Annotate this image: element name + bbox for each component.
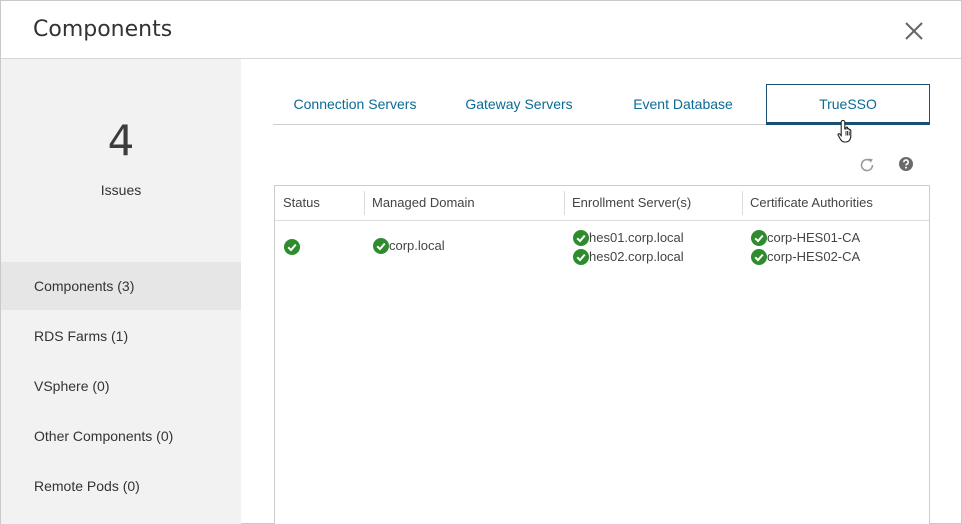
refresh-icon [860,158,874,172]
tab-connection-servers[interactable]: Connection Servers [279,84,431,125]
column-header-certificate-authorities[interactable]: Certificate Authorities [742,186,929,221]
tab-truesso[interactable]: TrueSSO [766,84,930,125]
dialog-header: Components [1,1,961,59]
refresh-button[interactable] [858,156,876,174]
truesso-table: Status Managed Domain Enrollment Server(… [274,185,930,524]
issue-count: 4 [107,116,135,165]
issue-label: Issues [100,182,142,198]
enrollment-server-value: hes01.corp.local [589,230,684,245]
enrollment-server-value: hes02.corp.local [589,249,684,264]
status-cell [284,239,300,258]
certificate-authorities-cell: corp-HES01-CA corp-HES02-CA [751,228,860,266]
components-dialog: Components 4 Issues Components (3) RDS F… [0,0,962,524]
tab-event-database[interactable]: Event Database [613,84,753,125]
tab-bar: Connection Servers Gateway Servers Event… [273,84,930,125]
certificate-authority-value: corp-HES01-CA [767,230,861,245]
check-circle-icon [751,229,767,246]
table-header: Status Managed Domain Enrollment Server(… [275,186,929,221]
help-button[interactable] [898,156,914,172]
close-icon [905,22,923,40]
enrollment-servers-cell: hes01.corp.local hes02.corp.local [573,228,684,266]
sidebar-item-remote-pods[interactable]: Remote Pods (0) [1,462,241,510]
help-icon [899,157,913,171]
sidebar-item-components[interactable]: Components (3) [1,262,241,310]
managed-domain-cell: corp.local [373,236,445,255]
column-header-managed-domain[interactable]: Managed Domain [364,186,564,221]
column-header-enrollment-servers[interactable]: Enrollment Server(s) [564,186,742,221]
check-circle-icon [573,229,589,246]
sidebar-item-rds-farms[interactable]: RDS Farms (1) [1,312,241,360]
certificate-authority-value: corp-HES02-CA [767,249,861,264]
check-circle-icon [751,248,767,265]
sidebar-item-other-components[interactable]: Other Components (0) [1,412,241,460]
tab-gateway-servers[interactable]: Gateway Servers [447,84,591,125]
column-header-status[interactable]: Status [275,186,364,221]
close-button[interactable] [901,18,927,44]
sidebar: 4 Issues Components (3) RDS Farms (1) VS… [1,59,241,524]
managed-domain-value: corp.local [389,238,445,253]
check-circle-icon [573,248,589,265]
sidebar-item-vsphere[interactable]: VSphere (0) [1,362,241,410]
check-circle-icon [284,239,300,255]
check-circle-icon [373,237,389,254]
dialog-title: Components [33,17,173,42]
